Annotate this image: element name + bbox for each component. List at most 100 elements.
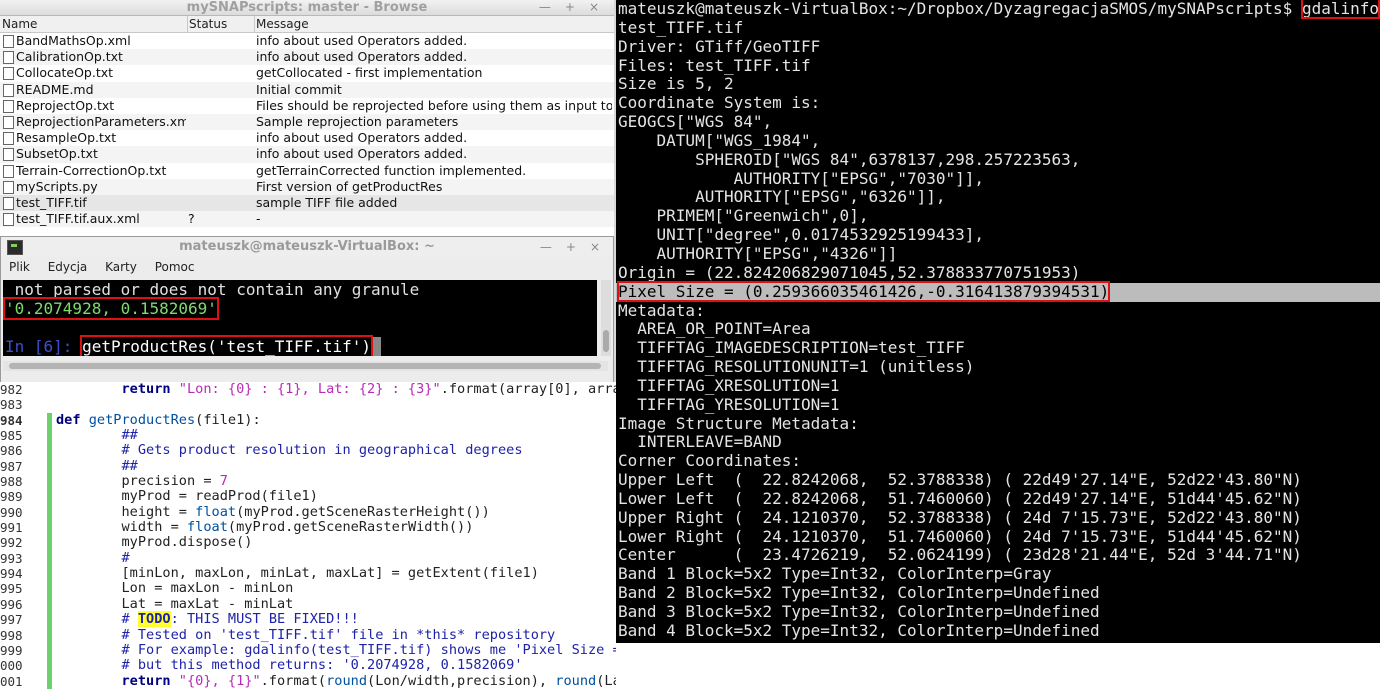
console-window-controls: — + ×	[533, 237, 607, 257]
terminal-output-line: Image Structure Metadata:	[618, 413, 859, 433]
code-line[interactable]: 990 height = float(myProd.getSceneRaster…	[0, 504, 616, 521]
console-terminal[interactable]: not parsed or does not contain any granu…	[3, 280, 597, 356]
line-number: 992	[0, 535, 23, 551]
code-line[interactable]: 989 myProd = readProd(file1)	[0, 489, 616, 505]
column-name-header[interactable]: Name	[0, 16, 188, 32]
terminal-output-line: Origin = (22.824206829071045,52.37883377…	[618, 262, 1081, 282]
gdalinfo-terminal[interactable]: mateuszk@mateuszk-VirtualBox:~/Dropbox/D…	[616, 0, 1380, 643]
line-number: 988	[0, 474, 23, 490]
code-line[interactable]: 985 ##	[0, 427, 616, 444]
file-icon	[3, 148, 14, 162]
column-status-header[interactable]: Status	[187, 16, 255, 32]
terminal-output-line: Files: test_TIFF.tif	[618, 55, 811, 75]
column-message-header[interactable]: Message	[254, 16, 614, 32]
terminal-output-line: PRIMEM["Greenwich",0],	[618, 206, 869, 226]
file-name: README.md	[16, 81, 94, 97]
file-row[interactable]: ReprojectionParameters.xml Sample reproje…	[0, 113, 614, 131]
terminal-output-line: Lower Right ( 24.1210370, 51.7460060) ( …	[618, 526, 1302, 546]
change-gutter-marker	[47, 520, 52, 536]
file-name: CollocateOp.txt	[16, 65, 114, 81]
code-line[interactable]: 996 Lat = maxLat - minLat	[0, 595, 616, 613]
code-line[interactable]: 992 myProd.dispose()	[0, 535, 616, 551]
console-result-line: '0.2074928, 0.1582069'	[3, 297, 597, 320]
line-number: 998	[0, 627, 23, 643]
code-line[interactable]: 999 # For example: gdalinfo(test_TIFF.ti…	[0, 642, 616, 659]
code-editor[interactable]: 982 return "Lon: {0} : {1}, Lat: {2} : {…	[0, 382, 616, 698]
close-button[interactable]: ×	[590, 240, 600, 254]
code-line[interactable]: 998 # Tested on 'test_TIFF.tif' file in …	[0, 627, 616, 643]
maximize-button[interactable]: +	[566, 240, 576, 254]
file-row[interactable]: test_TIFF.tif sample TIFF file added	[0, 194, 614, 212]
line-number: 994	[0, 566, 23, 582]
file-row[interactable]: ReprojectOp.txt Files should be reproject…	[0, 98, 614, 114]
file-icon	[3, 115, 14, 129]
terminal-output-line: Lower Left ( 22.8242068, 51.7460060) ( 2…	[618, 488, 1302, 508]
code-line[interactable]: 995 Lon = maxLon - minLon	[0, 581, 616, 597]
change-gutter-marker	[47, 658, 52, 674]
file-row[interactable]: Terrain-CorrectionOp.txt getTerrainCorrec…	[0, 163, 614, 179]
code-line[interactable]: 994 [minLon, maxLon, minLat, maxLat] = g…	[0, 565, 616, 582]
terminal-output-line: AUTHORITY["EPSG","7030"]],	[618, 168, 985, 188]
line-number: 999	[0, 642, 23, 658]
pixel-size-line: Pixel Size = (0.259366035461426,-0.31641…	[616, 280, 1380, 302]
file-message: info about used Operators added.	[256, 130, 468, 146]
code-text: # but this method returns: '0.2074928, 0…	[121, 657, 523, 674]
change-gutter-marker	[47, 642, 52, 659]
file-status: ?	[188, 211, 195, 227]
code-text: Lat = maxLat - minLat	[121, 595, 294, 612]
file-row[interactable]: CalibrationOp.txt info about used Operato…	[0, 49, 614, 66]
maximize-button[interactable]: +	[565, 0, 575, 14]
file-row[interactable]: CollocateOp.txt getCollocated - first imp…	[0, 65, 614, 81]
console-vertical-scrollbar[interactable]	[601, 280, 611, 356]
menu-pomoc[interactable]: Pomoc	[155, 260, 195, 274]
terminal-output-line: test_TIFF.tif	[618, 17, 744, 37]
code-line[interactable]: 000 # but this method returns: '0.207492…	[0, 657, 616, 674]
file-name: BandMathsOp.xml	[16, 33, 131, 48]
file-icon	[3, 35, 14, 48]
code-line[interactable]: 997 # TODO: THIS MUST BE FIXED!!!	[0, 611, 616, 628]
code-line[interactable]: 982 return "Lon: {0} : {1}, Lat: {2} : {…	[0, 382, 616, 397]
minimize-button[interactable]: —	[540, 240, 552, 254]
code-line[interactable]: 983	[0, 397, 616, 412]
minimize-button[interactable]: —	[539, 0, 551, 14]
terminal-app-icon	[7, 240, 23, 255]
line-number: 991	[0, 520, 23, 536]
code-line[interactable]: 988 precision = 7	[0, 473, 616, 490]
change-gutter-marker	[47, 673, 52, 689]
terminal-output-line: Band 1 Block=5x2 Type=Int32, ColorInterp…	[618, 564, 1052, 584]
console-output-line: not parsed or does not contain any granu…	[5, 280, 420, 299]
menu-plik[interactable]: Plik	[9, 260, 30, 274]
file-row[interactable]: README.md Initial commit	[0, 81, 614, 98]
line-number: 982	[0, 382, 23, 397]
code-line[interactable]: 001 return "{0}, {1}".format(round(Lon/w…	[0, 673, 616, 689]
close-button[interactable]: ×	[589, 0, 599, 14]
file-row[interactable]: myScripts.py First version of getProductR…	[0, 178, 614, 195]
file-row[interactable]: BandMathsOp.xml info about used Operators…	[0, 33, 614, 49]
change-gutter-marker	[47, 612, 52, 628]
menu-karty[interactable]: Karty	[105, 260, 137, 274]
code-line[interactable]: 993 #	[0, 550, 616, 567]
git-browse-window: mySNAPscripts: master - Browse — + × Name …	[0, 0, 614, 238]
console-horizontal-scrollbar[interactable]	[3, 361, 608, 371]
terminal-prompt: mateuszk@mateuszk-VirtualBox:~/Dropbox/D…	[618, 0, 1302, 18]
terminal-output-line: TIFFTAG_YRESOLUTION=1	[618, 394, 840, 414]
file-row[interactable]: SubsetOp.txt info about used Operators ad…	[0, 146, 614, 163]
file-row[interactable]: test_TIFF.tif.aux.xml? -	[0, 211, 614, 228]
terminal-output-line: AUTHORITY["EPSG","4326"]]	[618, 243, 898, 263]
file-name: Terrain-CorrectionOp.txt	[16, 162, 167, 178]
change-gutter-marker	[47, 581, 52, 597]
terminal-command: gdalinfo	[1300, 0, 1380, 19]
code-line[interactable]: 991 width = float(myProd.getSceneRasterW…	[0, 519, 616, 536]
file-icon	[3, 213, 14, 227]
change-gutter-marker	[47, 382, 52, 397]
terminal-output-line: INTERLEAVE=BAND	[618, 432, 782, 452]
terminal-output-line: Upper Left ( 22.8242068, 52.3788338) ( 2…	[618, 470, 1302, 490]
file-row[interactable]: ResampleOp.txt info about used Operators …	[0, 130, 614, 146]
code-line[interactable]: 987 ##	[0, 458, 616, 475]
file-message: -	[256, 211, 261, 227]
console-input[interactable]: getProductRes('test_TIFF.tif')	[80, 335, 374, 356]
menu-edycja[interactable]: Edycja	[48, 260, 88, 274]
pixel-size-highlight: Pixel Size = (0.259366035461426,-0.31641…	[616, 280, 1111, 302]
code-line[interactable]: 986 # Gets product resolution in geograp…	[0, 443, 616, 459]
code-line[interactable]: 984 def getProductRes(file1):	[0, 412, 616, 429]
